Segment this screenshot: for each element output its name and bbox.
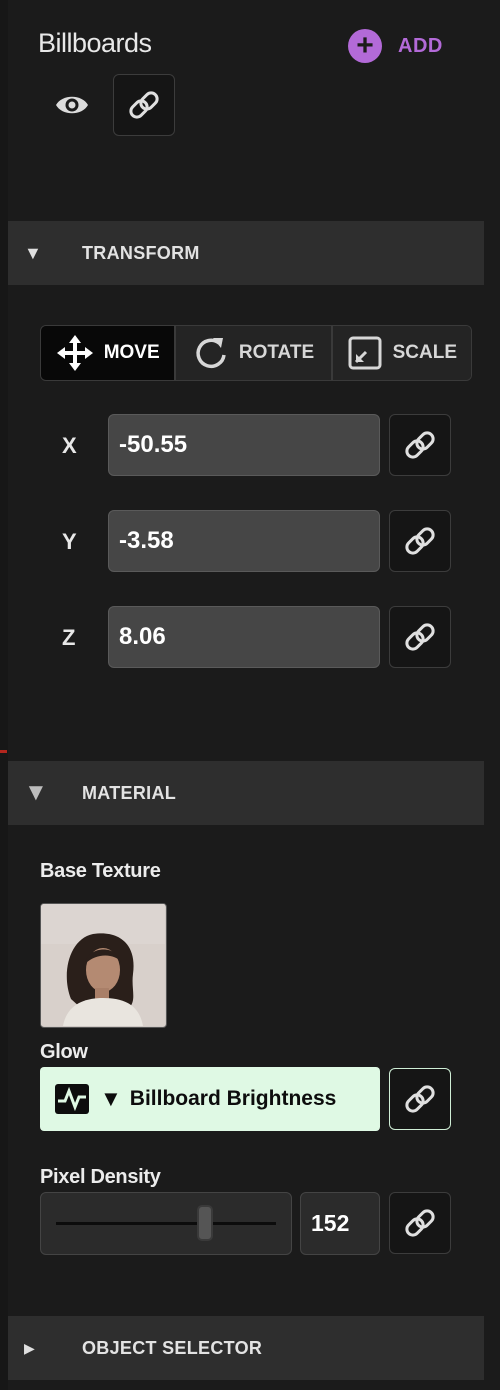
link-icon <box>405 1209 435 1237</box>
material-section-header[interactable]: ▼ MATERIAL <box>8 761 484 825</box>
add-label: ADD <box>398 34 443 57</box>
glow-link-button[interactable] <box>389 1068 451 1130</box>
expand-triangle-icon: ▶ <box>24 1339 35 1356</box>
base-texture-label: Base Texture <box>40 860 161 882</box>
y-input[interactable]: -3.58 <box>108 510 380 572</box>
object-selector-header-label: OBJECT SELECTOR <box>82 1337 263 1358</box>
scale-icon <box>348 336 382 370</box>
link-icon <box>405 527 435 555</box>
collapse-triangle-icon: ▼ <box>24 242 42 263</box>
y-label: Y <box>62 529 77 554</box>
link-icon <box>129 91 159 119</box>
add-button[interactable]: + ADD <box>348 29 443 63</box>
link-icon <box>405 623 435 651</box>
link-icon <box>405 1085 435 1113</box>
portrait-image <box>41 904 165 1026</box>
material-header-label: MATERIAL <box>82 782 177 803</box>
slider-track <box>56 1222 276 1225</box>
rotate-icon <box>196 338 226 369</box>
transform-mode-selector: MOVE ROTATE SCALE <box>40 325 472 381</box>
eye-icon[interactable] <box>54 92 90 118</box>
link-icon <box>405 431 435 459</box>
z-label: Z <box>62 625 76 650</box>
pixel-density-slider[interactable] <box>40 1192 292 1255</box>
x-label: X <box>62 433 77 458</box>
base-texture-thumbnail[interactable] <box>40 903 167 1028</box>
red-marker <box>0 750 7 753</box>
move-mode-button[interactable]: MOVE <box>41 326 177 380</box>
z-link-button[interactable] <box>389 606 451 668</box>
slider-handle[interactable] <box>196 1205 213 1241</box>
move-icon <box>56 335 93 371</box>
move-label: MOVE <box>103 342 160 363</box>
glow-value: Billboard Brightness <box>129 1087 337 1110</box>
transform-header-label: TRANSFORM <box>82 242 200 263</box>
x-link-button[interactable] <box>389 414 451 476</box>
link-button-top[interactable] <box>113 74 175 136</box>
object-selector-section-header[interactable]: ▶ OBJECT SELECTOR <box>8 1316 484 1380</box>
glow-label: Glow <box>40 1041 88 1063</box>
plus-icon: + <box>348 29 382 63</box>
collapse-triangle-icon: ▼ <box>24 779 48 806</box>
transform-section-header[interactable]: ▼ TRANSFORM <box>8 221 484 285</box>
waveform-icon <box>55 1084 89 1114</box>
scale-label: SCALE <box>392 342 458 363</box>
glow-selector[interactable]: ▼ Billboard Brightness <box>40 1067 380 1131</box>
x-input[interactable]: -50.55 <box>108 414 380 476</box>
rotate-label: ROTATE <box>238 342 315 363</box>
scale-mode-button[interactable]: SCALE <box>332 326 471 380</box>
panel-title: Billboards <box>38 28 152 58</box>
z-input[interactable]: 8.06 <box>108 606 380 668</box>
pixel-density-link-button[interactable] <box>389 1192 451 1254</box>
pixel-density-input[interactable]: 152 <box>300 1192 380 1255</box>
pixel-density-label: Pixel Density <box>40 1166 161 1188</box>
y-link-button[interactable] <box>389 510 451 572</box>
left-gutter <box>0 0 8 1390</box>
dropdown-triangle-icon: ▼ <box>100 1086 122 1111</box>
rotate-mode-button[interactable]: ROTATE <box>176 326 333 380</box>
